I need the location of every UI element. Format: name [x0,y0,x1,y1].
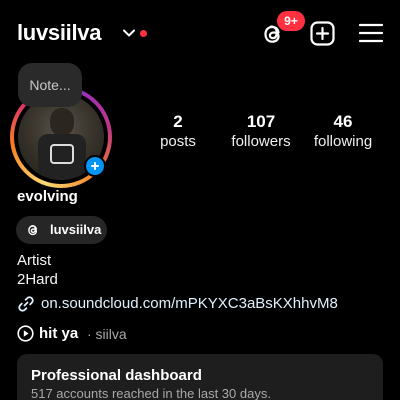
followers-count: 107 [246,112,276,131]
play-circle-icon [17,325,34,342]
link-icon [18,296,34,312]
posts-count: 2 [173,112,183,131]
posts-label: posts [160,133,196,150]
bio-line-2: 2Hard [17,271,58,288]
stat-following[interactable]: 46 following [308,112,378,150]
following-count: 46 [333,112,353,131]
notification-dot [140,30,147,37]
dashboard-subtitle: 517 accounts reached in the last 30 days… [31,386,271,400]
followers-label: followers [231,133,291,150]
music-title: hit ya [39,325,79,342]
bio-line-1: Artist [17,252,52,269]
notifications-badge[interactable]: 9+ [277,11,305,31]
create-post-icon[interactable] [310,21,335,46]
professional-dashboard-card[interactable]: Professional dashboard 517 accounts reac… [17,354,383,400]
music-artist: · siilva [87,326,127,342]
threads-icon [28,225,38,236]
threads-handle: luvsiilva [50,222,102,237]
note-bubble[interactable]: Note... [18,63,82,107]
chevron-down-icon[interactable] [122,26,136,40]
profile-link-text: on.soundcloud.com/mPKYXC3aBsKXhhvM8 [41,295,338,312]
display-name: evolving [17,188,78,205]
top-bar: luvsiilva 9+ [0,0,400,64]
hamburger-menu-icon[interactable] [359,22,383,44]
add-story-plus-icon[interactable] [84,155,106,177]
stat-followers[interactable]: 107 followers [226,112,296,150]
stat-posts[interactable]: 2 posts [148,112,208,150]
dashboard-title: Professional dashboard [31,367,202,384]
account-username[interactable]: luvsiilva [17,20,101,46]
following-label: following [313,133,373,150]
threads-profile-chip[interactable]: luvsiilva [16,216,107,244]
